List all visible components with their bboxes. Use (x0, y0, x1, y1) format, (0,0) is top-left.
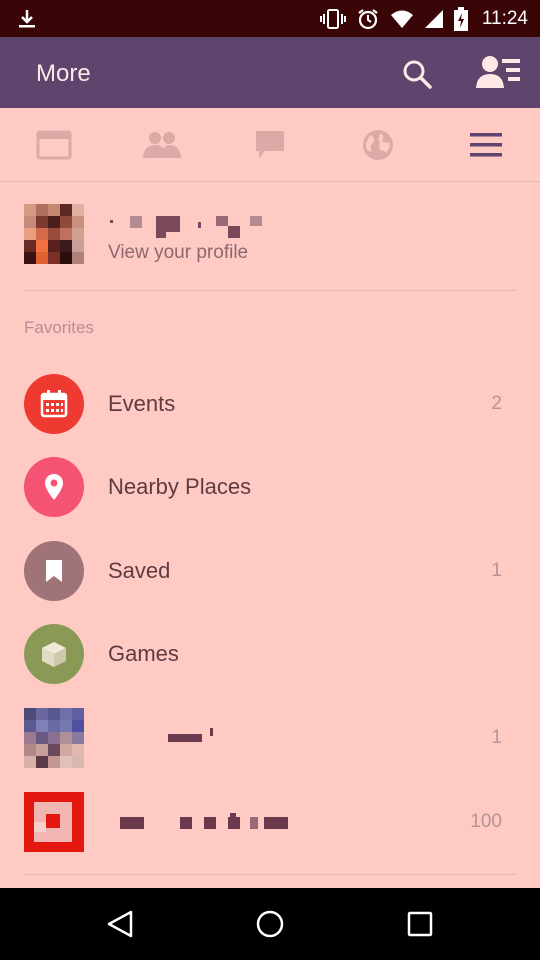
nearby-icon-circle (24, 457, 84, 517)
tab-friends[interactable] (108, 108, 216, 182)
recents-icon (407, 911, 433, 937)
list-item-label: Games (108, 641, 179, 666)
divider (24, 874, 516, 875)
signal-icon (424, 9, 443, 28)
cube-icon (42, 642, 66, 667)
battery-charging-icon (453, 6, 468, 31)
saved-icon-circle (24, 541, 84, 601)
list-item-label: Nearby Places (108, 474, 252, 499)
view-profile-link: View your profile (108, 242, 249, 263)
download-icon (19, 10, 35, 28)
profile-name-redacted (108, 214, 278, 240)
profile-row[interactable]: View your profile (0, 182, 540, 290)
tab-news-feed[interactable] (0, 108, 108, 182)
alarm-icon (358, 8, 378, 29)
profile-menu-icon[interactable] (476, 54, 522, 92)
location-pin-icon (45, 474, 63, 500)
vibrate-icon (319, 8, 346, 29)
list-item-label: Saved (108, 558, 171, 583)
friends-icon (143, 132, 181, 158)
list-item-nearby-places[interactable]: Nearby Places (0, 445, 540, 528)
page-name-redacted (108, 780, 308, 864)
tab-more[interactable] (432, 108, 540, 182)
messages-icon (256, 131, 284, 158)
wifi-icon (390, 10, 413, 28)
favorites-heading: Favorites (24, 318, 94, 337)
list-item-events[interactable]: Events 2 (0, 362, 540, 445)
back-button[interactable] (98, 902, 142, 946)
bookmark-icon (46, 560, 62, 582)
back-icon (107, 910, 133, 938)
home-icon (256, 910, 284, 938)
list-item-saved[interactable]: Saved 1 (0, 529, 540, 612)
events-icon-circle (24, 374, 84, 434)
games-icon-circle (24, 624, 84, 684)
group-name-redacted (108, 696, 308, 780)
search-icon[interactable] (400, 57, 434, 91)
list-item-count: 1 (491, 727, 502, 748)
divider (24, 290, 516, 291)
menu-icon (470, 133, 502, 157)
page-thumbnail (24, 792, 84, 852)
news-feed-icon (36, 130, 72, 160)
tab-messages[interactable] (216, 108, 324, 182)
clock: 11:24 (481, 7, 528, 29)
navigation-bar (0, 888, 540, 960)
globe-icon (363, 130, 393, 160)
list-item-games[interactable]: Games (0, 612, 540, 695)
recents-button[interactable] (398, 902, 442, 946)
list-item-label: Events (108, 391, 176, 416)
list-item-group[interactable]: 1 (0, 696, 540, 779)
calendar-icon (40, 390, 68, 418)
list-item-page[interactable]: 100 (0, 780, 540, 863)
status-bar: 11:24 (0, 0, 540, 37)
page-title: More (36, 60, 91, 87)
avatar (24, 204, 84, 264)
list-item-count: 1 (491, 560, 502, 581)
app-bar: More (0, 37, 540, 108)
tab-notifications[interactable] (324, 108, 432, 182)
home-button[interactable] (248, 902, 292, 946)
list-item-count: 100 (470, 811, 502, 832)
tab-bar (0, 108, 540, 182)
group-thumbnail (24, 708, 84, 768)
list-item-count: 2 (491, 393, 502, 414)
